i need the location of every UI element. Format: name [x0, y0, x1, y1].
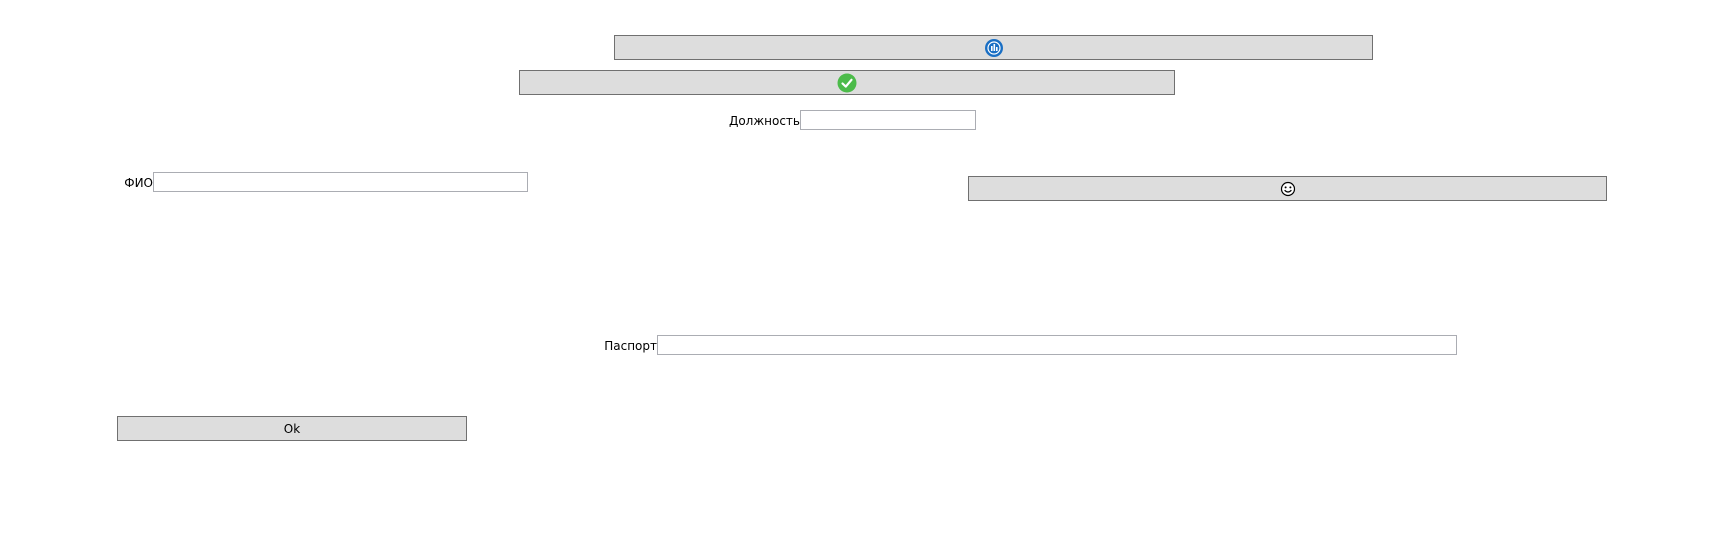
smiley-button[interactable]: [968, 176, 1607, 201]
blue-circle-logo-icon: [984, 38, 1004, 58]
passport-label: Паспорт: [604, 339, 657, 353]
passport-input[interactable]: [657, 335, 1457, 355]
fio-label: ФИО: [124, 176, 153, 190]
green-check-icon: [837, 73, 857, 93]
position-label: Должность: [728, 114, 800, 128]
smiley-face-icon: [1280, 181, 1296, 197]
position-input[interactable]: [800, 110, 976, 130]
top-icon-button[interactable]: [614, 35, 1373, 60]
ok-button[interactable]: Ok: [117, 416, 467, 441]
confirm-button[interactable]: [519, 70, 1175, 95]
fio-input[interactable]: [153, 172, 528, 192]
